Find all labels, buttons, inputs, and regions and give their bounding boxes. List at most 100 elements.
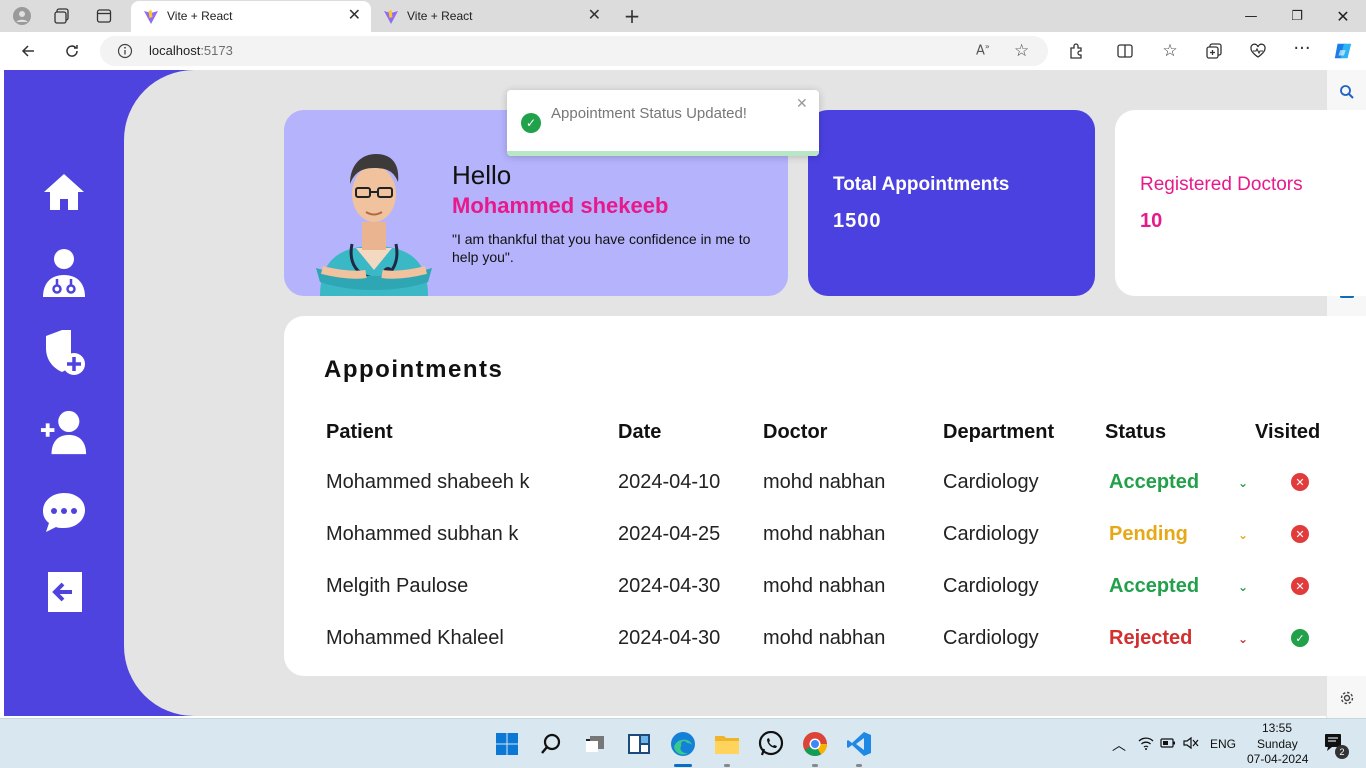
- whatsapp-icon[interactable]: [758, 731, 784, 757]
- header-doctor: Doctor: [763, 421, 828, 443]
- dashboard-app: Hello Mohammed shekeeb "I am thankful th…: [4, 70, 1366, 716]
- header-visited: Visited: [1255, 421, 1321, 443]
- chevron-down-icon[interactable]: ⌄: [1238, 580, 1248, 594]
- workspaces-icon[interactable]: [52, 6, 72, 26]
- chevron-down-icon[interactable]: ⌄: [1238, 528, 1248, 542]
- wifi-icon[interactable]: [1138, 736, 1154, 753]
- cell-patient: Mohammed shabeeh k: [326, 471, 530, 493]
- performance-heart-icon[interactable]: [1248, 41, 1268, 61]
- close-tab-icon[interactable]: ✕: [348, 1, 361, 31]
- volume-muted-icon[interactable]: [1183, 736, 1199, 753]
- new-tab-icon[interactable]: +: [622, 4, 642, 28]
- status-select[interactable]: Rejected: [1109, 627, 1192, 650]
- toast-close-icon[interactable]: ✕: [796, 96, 808, 112]
- collections-icon[interactable]: [1204, 41, 1224, 61]
- not-visited-icon[interactable]: ✕: [1291, 473, 1309, 491]
- info-icon[interactable]: [117, 43, 133, 63]
- chevron-down-icon[interactable]: ⌄: [1238, 632, 1248, 646]
- cell-date: 2024-04-25: [618, 523, 721, 545]
- main-content: Hello Mohammed shekeeb "I am thankful th…: [124, 70, 1366, 716]
- extensions-icon[interactable]: [1067, 41, 1087, 61]
- visited-check-icon[interactable]: ✓: [1291, 629, 1309, 647]
- total-appointments-label: Total Appointments: [833, 174, 1010, 195]
- vite-logo-icon: [144, 10, 158, 24]
- url-field[interactable]: localhost:5173 A» ☆: [100, 36, 1048, 66]
- task-view-icon[interactable]: [582, 731, 608, 757]
- notification-count-badge: 2: [1335, 745, 1349, 759]
- minimize-icon[interactable]: —: [1228, 0, 1274, 32]
- tab-vite-react-2[interactable]: Vite + React ✕: [371, 1, 611, 32]
- home-icon[interactable]: [40, 168, 88, 216]
- registered-doctors-card: Registered Doctors 10: [1115, 110, 1366, 296]
- restore-icon[interactable]: ❐: [1274, 0, 1320, 32]
- search-icon[interactable]: [538, 731, 564, 757]
- header-status: Status: [1105, 421, 1167, 443]
- toast-notification: ✓ Appointment Status Updated! ✕: [507, 90, 819, 156]
- cell-doctor: mohd nabhan: [763, 471, 886, 493]
- cell-patient: Mohammed subhan k: [326, 523, 519, 545]
- favorites-icon[interactable]: ☆: [1160, 41, 1180, 61]
- profile-icon[interactable]: [12, 6, 32, 26]
- more-menu-icon[interactable]: ···: [1292, 38, 1312, 59]
- doctor-illustration: [312, 138, 436, 296]
- cell-date: 2024-04-30: [618, 575, 721, 597]
- clock-date[interactable]: 07-04-2024: [1247, 752, 1308, 766]
- settings-gear-icon[interactable]: [1337, 688, 1357, 708]
- doctor-icon[interactable]: [40, 248, 88, 297]
- toast-progress-bar: [507, 151, 819, 156]
- file-explorer-icon[interactable]: [714, 731, 740, 757]
- doctor-name: Mohammed shekeeb: [452, 193, 669, 218]
- header-patient: Patient: [326, 421, 393, 443]
- favorite-star-icon[interactable]: ☆: [1014, 41, 1029, 61]
- shield-plus-icon[interactable]: [40, 328, 88, 376]
- status-select[interactable]: Accepted: [1109, 575, 1199, 598]
- vscode-icon[interactable]: [846, 731, 872, 757]
- start-windows-icon[interactable]: [494, 731, 520, 757]
- toast-message: Appointment Status Updated!: [551, 105, 747, 122]
- not-visited-icon[interactable]: ✕: [1291, 525, 1309, 543]
- cell-doctor: mohd nabhan: [763, 575, 886, 597]
- registered-doctors-label: Registered Doctors: [1140, 174, 1303, 195]
- close-tab-icon[interactable]: ✕: [588, 1, 601, 31]
- cell-doctor: mohd nabhan: [763, 523, 886, 545]
- chat-icon[interactable]: [40, 488, 88, 536]
- registered-doctors-value: 10: [1140, 210, 1163, 232]
- clock-time[interactable]: 13:55: [1262, 721, 1292, 735]
- cell-department: Cardiology: [943, 471, 1039, 493]
- appointments-title: Appointments: [324, 356, 504, 383]
- chrome-icon[interactable]: [802, 731, 828, 757]
- battery-icon[interactable]: [1160, 737, 1176, 752]
- active-app-indicator: [674, 764, 692, 767]
- widgets-icon[interactable]: [626, 731, 652, 757]
- search-icon[interactable]: [1337, 82, 1357, 102]
- refresh-icon[interactable]: [62, 41, 82, 61]
- clock-day[interactable]: Sunday: [1257, 737, 1298, 751]
- add-user-icon[interactable]: [40, 408, 88, 456]
- logout-icon[interactable]: [40, 568, 88, 616]
- hello-text: Hello: [452, 160, 512, 190]
- running-app-indicator: [724, 764, 730, 767]
- total-appointments-value: 1500: [833, 210, 882, 232]
- read-aloud-icon[interactable]: A»: [976, 42, 990, 58]
- running-app-indicator: [856, 764, 862, 767]
- windows-taskbar: ︿ ENG 13:55 Sunday 07-04-2024 2: [0, 718, 1366, 768]
- status-select[interactable]: Pending: [1109, 523, 1188, 546]
- vite-logo-icon: [384, 10, 398, 24]
- total-appointments-card: Total Appointments 1500: [808, 110, 1095, 296]
- language-indicator[interactable]: ENG: [1210, 737, 1236, 751]
- cell-patient: Mohammed Khaleel: [326, 627, 504, 649]
- cell-date: 2024-04-30: [618, 627, 721, 649]
- back-icon[interactable]: [18, 41, 38, 61]
- tab-vite-react-1[interactable]: Vite + React ✕: [131, 1, 371, 32]
- show-hidden-icons-chevron-icon[interactable]: ︿: [1112, 735, 1126, 755]
- status-select[interactable]: Accepted: [1109, 471, 1199, 494]
- edge-browser-icon[interactable]: [670, 731, 696, 757]
- chevron-down-icon[interactable]: ⌄: [1238, 476, 1248, 490]
- copilot-icon[interactable]: [1333, 41, 1353, 61]
- tab-actions-icon[interactable]: [94, 6, 114, 26]
- split-screen-icon[interactable]: [1115, 41, 1135, 61]
- header-date: Date: [618, 421, 662, 443]
- close-window-icon[interactable]: ✕: [1320, 0, 1366, 32]
- success-check-icon: ✓: [521, 113, 541, 133]
- not-visited-icon[interactable]: ✕: [1291, 577, 1309, 595]
